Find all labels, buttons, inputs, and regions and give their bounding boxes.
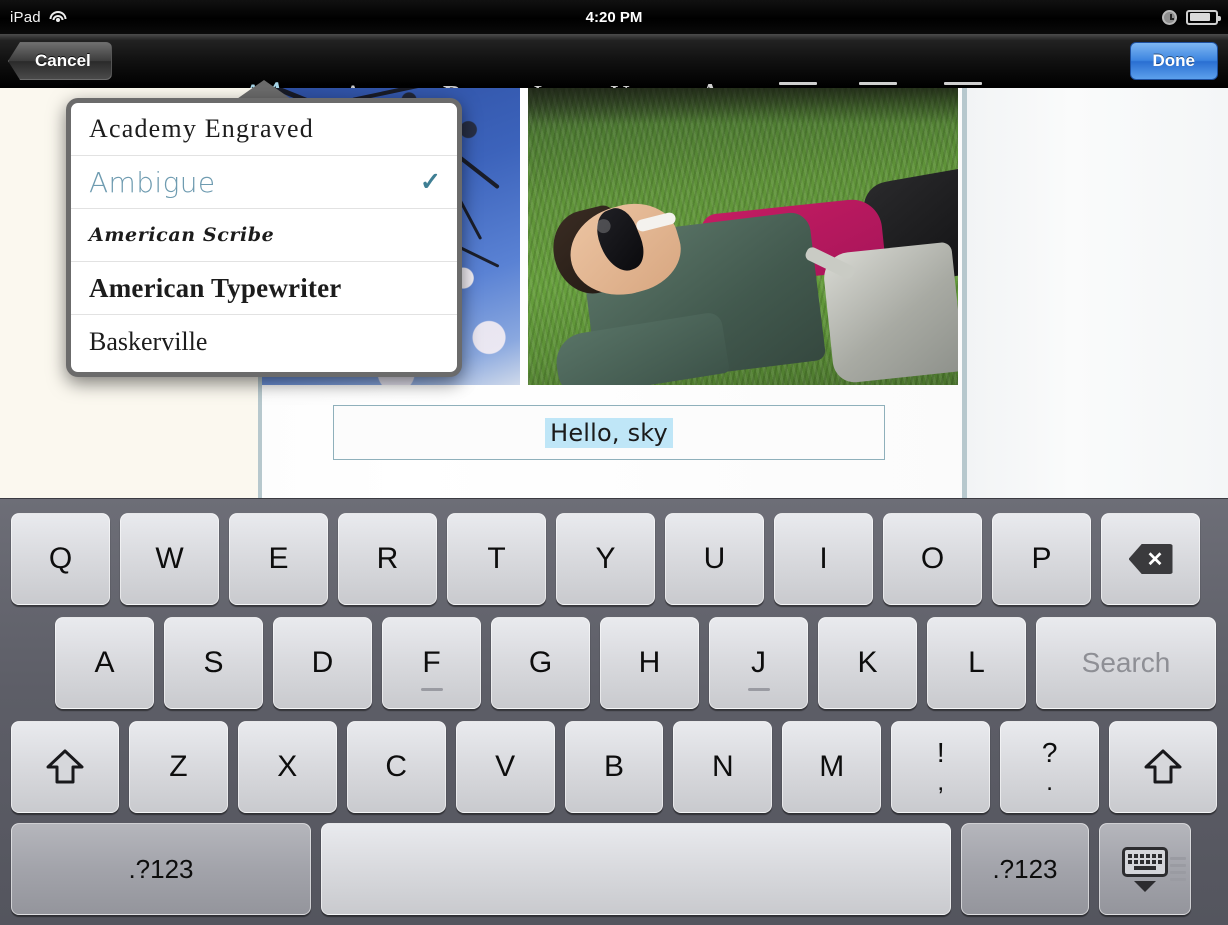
checkmark-icon: ✓: [420, 167, 441, 196]
backspace-icon: ✕: [1128, 544, 1173, 574]
keyboard-row-1: Q W E R T Y U I O P ✕: [6, 507, 1222, 611]
font-list-item-baskerville[interactable]: Baskerville: [71, 315, 457, 368]
key-n[interactable]: N: [673, 721, 773, 813]
key-l[interactable]: L: [927, 617, 1026, 709]
battery-icon: [1186, 9, 1221, 25]
key-p[interactable]: P: [992, 513, 1091, 605]
key-label-bottom: .: [1046, 768, 1054, 796]
keyboard-row-3: Z X C V B N M ! , ? .: [6, 715, 1222, 819]
key-label-top: !: [936, 737, 945, 768]
document-page-right: [962, 88, 1228, 498]
keyboard-drag-handle[interactable]: [1170, 857, 1186, 881]
font-name-label: Ambigue: [89, 165, 216, 199]
key-m[interactable]: M: [782, 721, 882, 813]
caption-text-field[interactable]: Hello, sky: [333, 405, 885, 460]
font-name-label: Baskerville: [89, 326, 208, 356]
done-button[interactable]: Done: [1129, 42, 1218, 80]
keyboard-glyph: [1122, 846, 1168, 877]
key-s[interactable]: S: [164, 617, 263, 709]
key-return-search[interactable]: Search: [1036, 617, 1216, 709]
key-k[interactable]: K: [818, 617, 917, 709]
key-shift-right[interactable]: [1109, 721, 1217, 813]
home-key-indicator: [420, 688, 443, 691]
font-list-item-american-typewriter[interactable]: American Typewriter: [71, 262, 457, 315]
key-r[interactable]: R: [338, 513, 437, 605]
key-b[interactable]: B: [564, 721, 664, 813]
font-name-label: Academy Engraved: [89, 114, 314, 143]
key-y[interactable]: Y: [556, 513, 655, 605]
status-bar: iPad 4:20 PM: [0, 0, 1228, 34]
chevron-down-icon: [1134, 880, 1156, 892]
hide-keyboard-icon: [1122, 846, 1168, 892]
shift-icon: [1143, 749, 1183, 785]
font-list-item-american-scribe[interactable]: American Scribe: [71, 209, 457, 262]
key-numeric-right[interactable]: .?123: [961, 823, 1089, 915]
key-x[interactable]: X: [237, 721, 337, 813]
clock-label: 4:20 PM: [585, 8, 643, 26]
key-a[interactable]: A: [55, 617, 154, 709]
key-backspace[interactable]: ✕: [1101, 513, 1200, 605]
alarm-clock-icon: [1162, 9, 1177, 25]
key-question-period[interactable]: ? .: [1000, 721, 1100, 813]
cancel-button[interactable]: Cancel: [8, 42, 112, 80]
keyboard-row-2: A S D F G H J K L Search: [6, 611, 1222, 715]
key-f[interactable]: F: [382, 617, 481, 709]
font-name-label: American Typewriter: [89, 272, 342, 303]
key-i[interactable]: I: [774, 513, 873, 605]
key-label-bottom: ,: [937, 768, 945, 796]
font-name-label: American Scribe: [89, 224, 275, 246]
font-picker-popover: Academy Engraved Ambigue ✓ American Scri…: [66, 98, 462, 377]
font-list-item-ambigue[interactable]: Ambigue ✓: [71, 156, 457, 209]
key-t[interactable]: T: [447, 513, 546, 605]
key-d[interactable]: D: [273, 617, 372, 709]
key-u[interactable]: U: [665, 513, 764, 605]
key-shift-left[interactable]: [11, 721, 119, 813]
key-label: F: [422, 646, 441, 679]
key-h[interactable]: H: [600, 617, 699, 709]
carrier-label: iPad: [10, 8, 41, 26]
shift-icon: [45, 749, 85, 785]
key-z[interactable]: Z: [128, 721, 228, 813]
key-exclamation-comma[interactable]: ! ,: [891, 721, 991, 813]
onscreen-keyboard: Q W E R T Y U I O P ✕ A S D F G H J K L …: [0, 498, 1228, 925]
key-w[interactable]: W: [120, 513, 219, 605]
font-list-item-academy-engraved[interactable]: Academy Engraved: [71, 103, 457, 156]
key-hide-keyboard[interactable]: [1099, 823, 1191, 915]
key-o[interactable]: O: [883, 513, 982, 605]
key-label-top: ?: [1041, 737, 1058, 768]
keyboard-row-4: .?123 .?123: [6, 819, 1222, 919]
key-q[interactable]: Q: [11, 513, 110, 605]
key-space[interactable]: [321, 823, 951, 915]
key-g[interactable]: G: [491, 617, 590, 709]
wifi-icon: [49, 10, 67, 24]
key-numeric-left[interactable]: .?123: [11, 823, 311, 915]
key-v[interactable]: V: [455, 721, 555, 813]
photo-grass[interactable]: [528, 88, 958, 385]
key-j[interactable]: J: [709, 617, 808, 709]
home-key-indicator: [747, 688, 770, 691]
status-bar-left: iPad: [0, 9, 67, 26]
caption-text-value[interactable]: Hello, sky: [545, 417, 673, 448]
key-c[interactable]: C: [346, 721, 446, 813]
key-e[interactable]: E: [229, 513, 328, 605]
ipad-screen: iPad 4:20 PM Cancel AA AA B I U A: [0, 0, 1228, 925]
format-toolbar: Cancel AA AA B I U A Done: [0, 34, 1228, 110]
status-bar-right: [1162, 9, 1221, 25]
key-label: J: [751, 646, 766, 679]
